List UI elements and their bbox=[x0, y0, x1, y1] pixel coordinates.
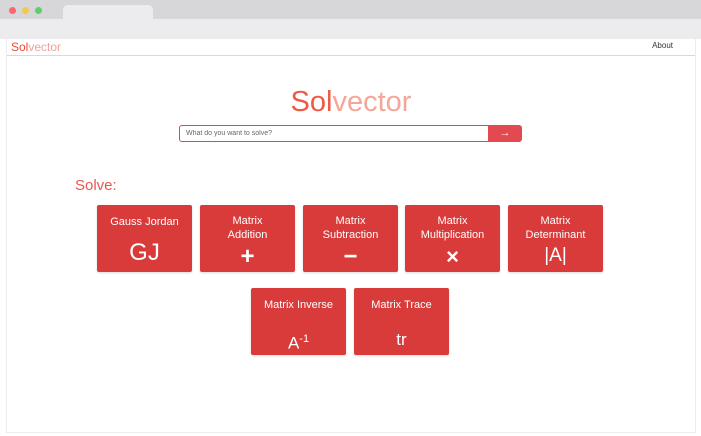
plus-icon: + bbox=[240, 243, 255, 270]
search-bar: → bbox=[179, 125, 522, 142]
card-title-line2: Determinant bbox=[525, 229, 586, 241]
minimize-window-icon[interactable] bbox=[22, 7, 29, 14]
times-icon: × bbox=[446, 244, 459, 269]
maximize-window-icon[interactable] bbox=[35, 7, 42, 14]
inverse-symbol-base: A bbox=[287, 333, 300, 353]
search-submit-button[interactable]: → bbox=[488, 125, 522, 142]
card-title: Matrix Subtraction bbox=[303, 214, 398, 242]
inverse-symbol-icon: A-1 bbox=[251, 328, 346, 355]
nav-about-link[interactable]: About bbox=[652, 41, 673, 50]
determinant-symbol-icon: |A| bbox=[544, 245, 567, 266]
card-title-line1: Matrix bbox=[232, 215, 263, 227]
close-window-icon[interactable] bbox=[9, 7, 16, 14]
gj-symbol-icon: GJ bbox=[129, 239, 160, 266]
card-title-line1: Matrix bbox=[540, 215, 571, 227]
browser-tab[interactable] bbox=[63, 5, 153, 19]
arrow-right-icon: → bbox=[499, 127, 511, 139]
card-title: Matrix Trace bbox=[371, 299, 432, 311]
minus-icon: − bbox=[343, 243, 358, 270]
navbar: Solvector About bbox=[7, 39, 695, 56]
browser-titlebar bbox=[0, 0, 701, 19]
card-matrix-trace[interactable]: Matrix Trace tr bbox=[354, 288, 449, 355]
card-title: Matrix Inverse bbox=[263, 299, 334, 311]
card-matrix-determinant[interactable]: Matrix Determinant |A| bbox=[508, 205, 603, 272]
hero-title-sol: Sol bbox=[290, 86, 333, 118]
hero-title-vector: vector bbox=[332, 86, 412, 118]
card-title: Gauss Jordan bbox=[110, 216, 179, 228]
browser-toolbar bbox=[0, 19, 701, 39]
trace-symbol-icon: tr bbox=[396, 330, 407, 349]
card-matrix-addition[interactable]: Matrix Addition + bbox=[200, 205, 295, 272]
card-title-line1: Matrix bbox=[437, 215, 468, 227]
brand-part-sol: Sol bbox=[11, 40, 29, 54]
card-gauss-jordan[interactable]: Gauss Jordan GJ bbox=[97, 205, 192, 272]
card-matrix-multiplication[interactable]: Matrix Multiplication × bbox=[405, 205, 500, 272]
card-title-line2: Subtraction bbox=[322, 229, 379, 241]
card-title: Matrix Multiplication bbox=[405, 214, 500, 242]
card-title-line2: Multiplication bbox=[420, 229, 485, 241]
search-input[interactable] bbox=[179, 125, 494, 142]
brand-part-vector: vector bbox=[28, 40, 62, 54]
card-title-line1: Matrix bbox=[335, 215, 366, 227]
solve-heading: Solve: bbox=[75, 177, 117, 194]
page-viewport: Solvector About Solvector → Solve: Gauss… bbox=[6, 39, 696, 433]
hero-title: Solvector bbox=[7, 85, 695, 119]
card-matrix-inverse[interactable]: Matrix Inverse A-1 bbox=[251, 288, 346, 355]
inverse-symbol-exponent: -1 bbox=[299, 333, 310, 345]
brand-logo[interactable]: Solvector bbox=[11, 40, 61, 54]
card-title-line2: Addition bbox=[227, 229, 268, 241]
card-title: Matrix Determinant bbox=[508, 214, 603, 242]
card-title: Matrix Addition bbox=[200, 214, 295, 242]
card-matrix-subtraction[interactable]: Matrix Subtraction − bbox=[303, 205, 398, 272]
